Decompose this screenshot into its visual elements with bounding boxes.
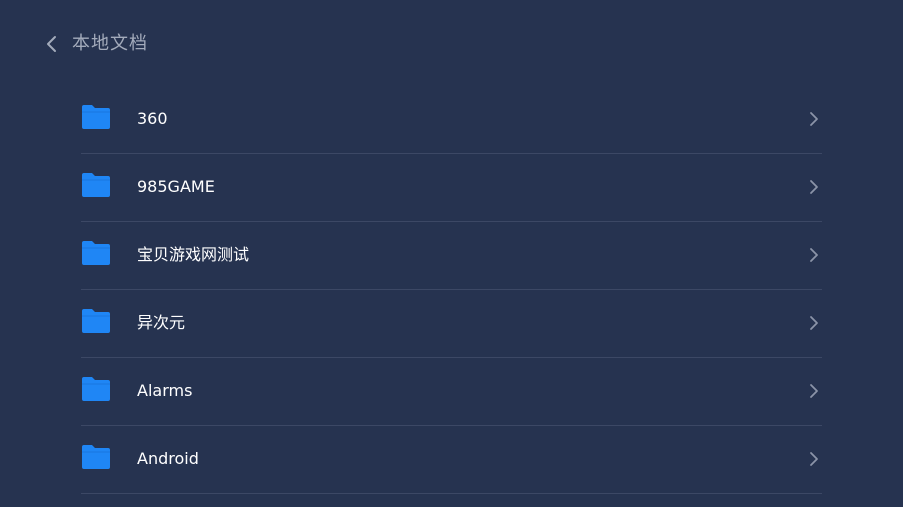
folder-icon [81,444,111,470]
chevron-right-icon [806,108,822,130]
folder-icon [81,376,111,402]
chevron-right-icon [806,380,822,402]
file-name: 异次元 [137,313,186,332]
chevron-left-icon [45,34,59,54]
file-browser-screen: 本地文档 360 985GAME 宝贝游戏网测试 异次元 Alarms Andr… [0,0,903,507]
chevron-right-icon [806,448,822,470]
file-name: 宝贝游戏网测试 [137,245,250,264]
file-row-android[interactable]: Android [81,426,822,494]
folder-icon [81,104,111,130]
chevron-right-icon [806,312,822,334]
chevron-right-icon [806,176,822,198]
file-name: 985GAME [137,177,215,196]
page-title: 本地文档 [72,33,148,54]
file-name: Android [137,449,199,468]
header: 本地文档 [0,0,903,90]
file-row-baobei[interactable]: 宝贝游戏网测试 [81,222,822,290]
file-row-yiciyuan[interactable]: 异次元 [81,290,822,358]
folder-icon [81,240,111,266]
file-name: Alarms [137,381,193,400]
folder-icon [81,308,111,334]
file-row-360[interactable]: 360 [81,86,822,154]
chevron-right-icon [806,244,822,266]
back-button[interactable] [38,30,66,58]
file-row-alarms[interactable]: Alarms [81,358,822,426]
file-name: 360 [137,109,168,128]
file-list: 360 985GAME 宝贝游戏网测试 异次元 Alarms Android [81,86,822,494]
file-row-985game[interactable]: 985GAME [81,154,822,222]
folder-icon [81,172,111,198]
